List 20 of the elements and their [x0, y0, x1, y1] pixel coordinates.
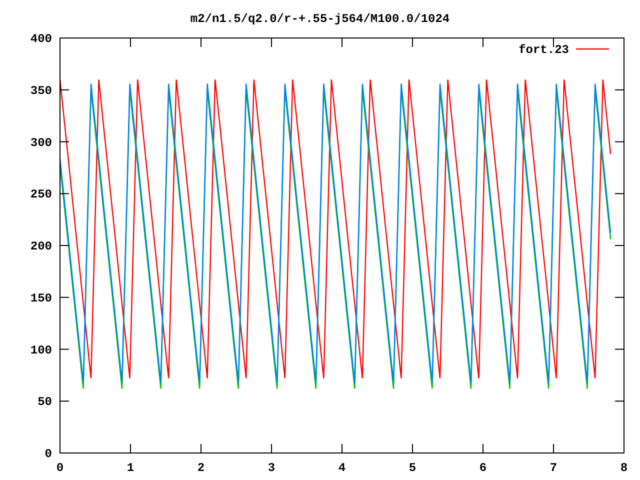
axis-tick-label: 400	[30, 32, 52, 46]
axis-tick-label: 0	[56, 461, 64, 475]
axis-tick-label: 1	[126, 461, 134, 475]
axis-tick-label: 5	[408, 461, 416, 475]
axis-tick-label: 100	[30, 343, 52, 358]
axis-tick-label: 4	[338, 461, 346, 475]
axis-tick-label: 0	[44, 447, 52, 461]
axis-tick-label: 200	[30, 240, 52, 254]
axis-tick-label: 250	[30, 188, 52, 202]
legend-label: fort.23	[518, 43, 569, 57]
axis-tick-label: 300	[30, 136, 52, 150]
axis-tick-label: 7	[550, 461, 558, 475]
chart-title: m2/n1.5/q2.0/r-+.55-j564/M100.0/1024	[190, 12, 450, 26]
axis-tick-label: 350	[30, 84, 52, 98]
axis-tick-label: 150	[30, 291, 52, 306]
axis-tick-label: 2	[197, 461, 205, 475]
axis-tick-label: 8	[620, 461, 628, 475]
axis-tick-label: 50	[38, 395, 52, 410]
axis-tick-label: 3	[268, 461, 276, 475]
axis-tick-label: 6	[479, 461, 487, 475]
